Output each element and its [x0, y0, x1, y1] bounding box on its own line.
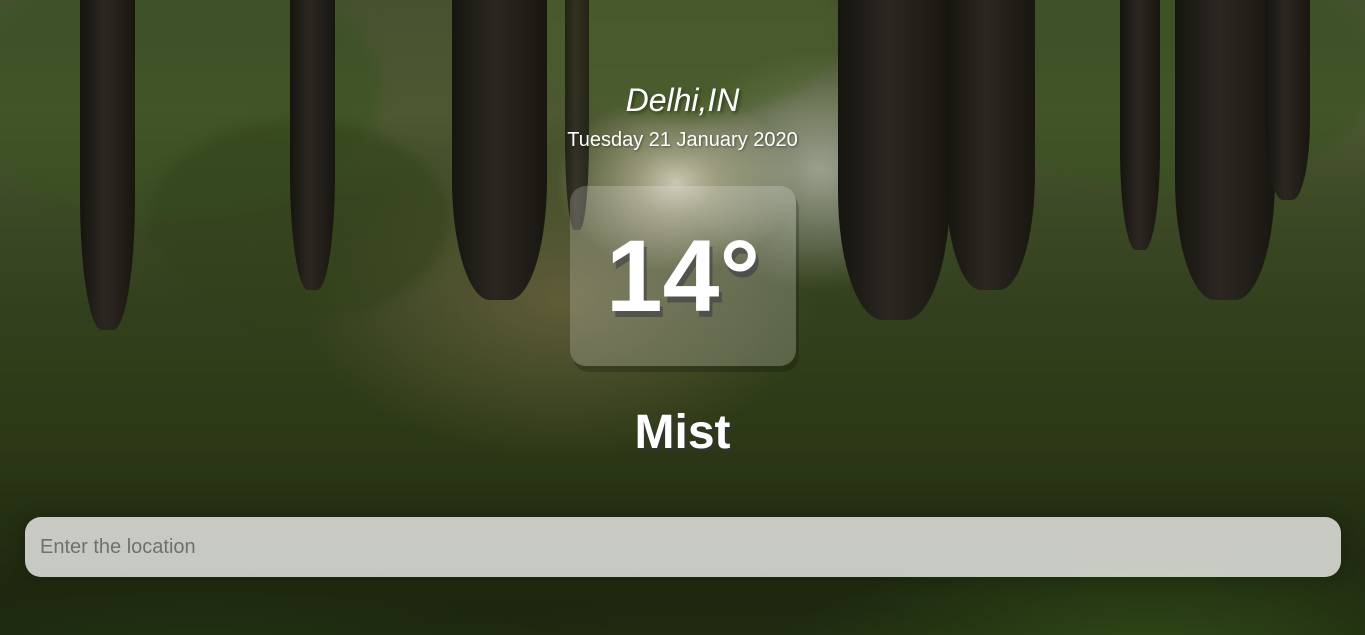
weather-app: Delhi,IN Tuesday 21 January 2020 14° Mis…: [0, 0, 1365, 635]
temperature-box: 14°: [570, 186, 796, 366]
temperature-value: 14°: [605, 219, 761, 333]
weather-condition: Mist: [634, 406, 731, 459]
location-search-input[interactable]: [25, 517, 1341, 577]
current-date: Tuesday 21 January 2020: [567, 129, 798, 151]
location-name: Delhi,IN: [625, 82, 740, 118]
